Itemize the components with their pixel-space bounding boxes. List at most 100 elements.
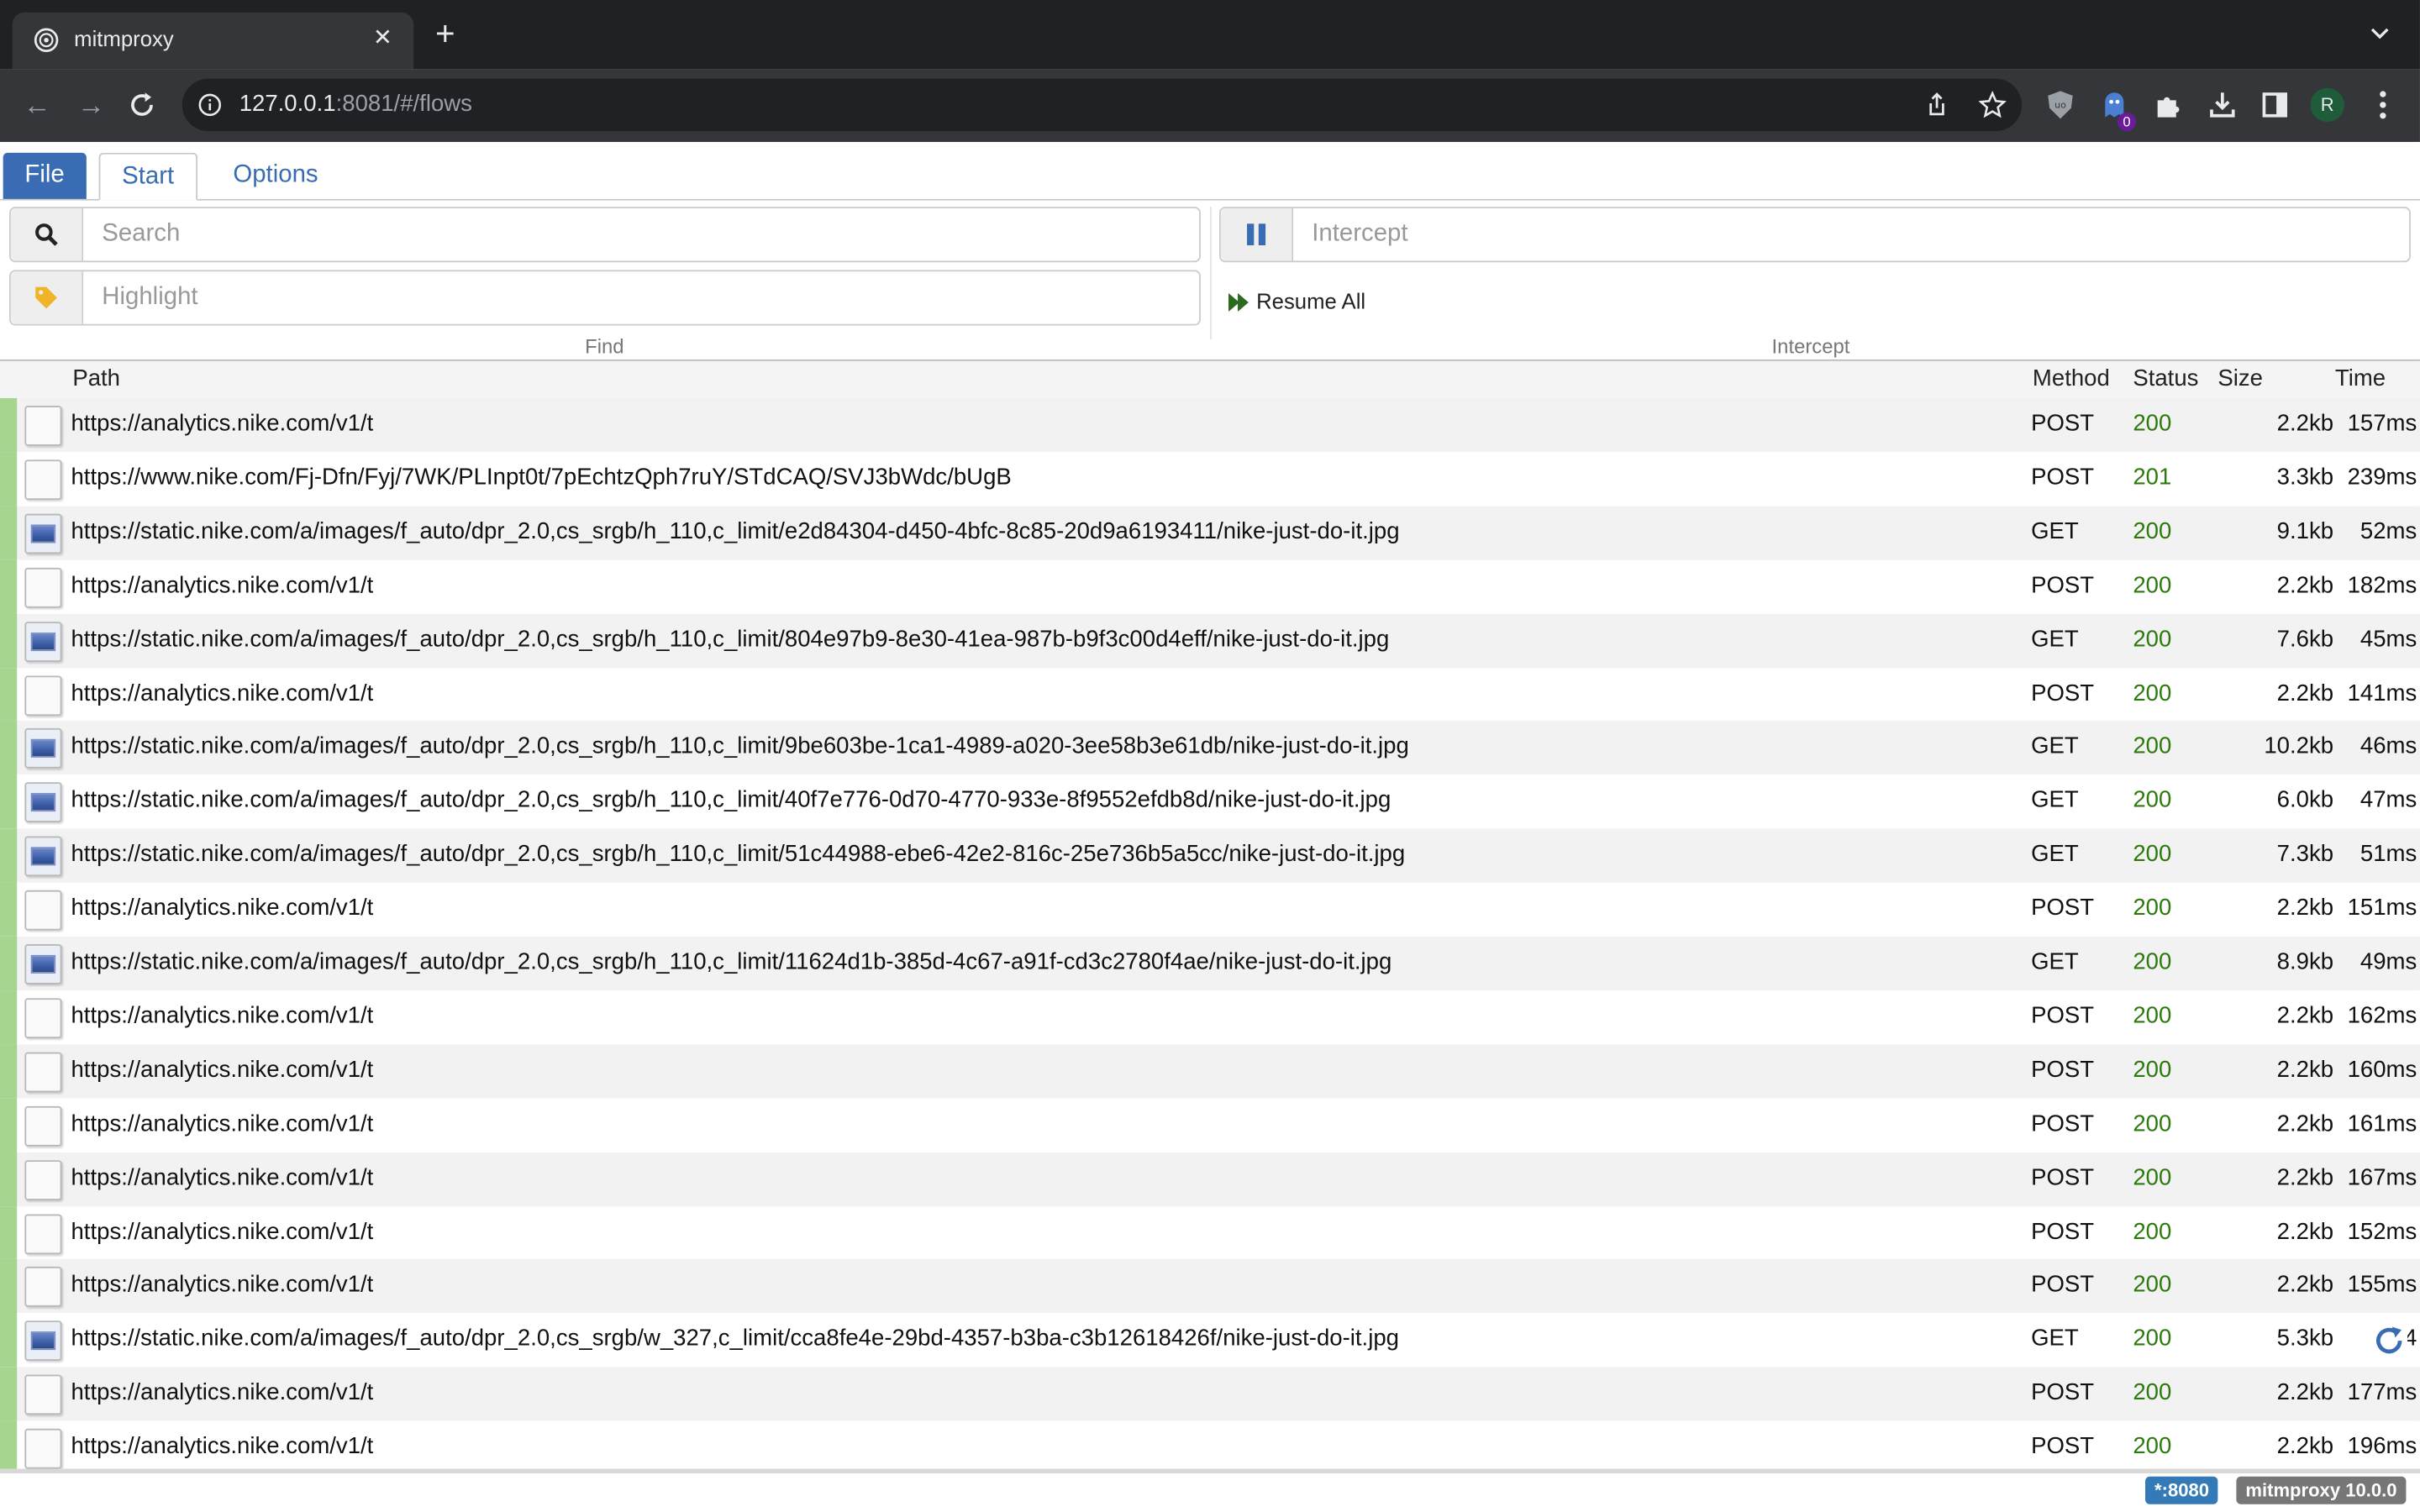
ublock-shield-icon[interactable]: uo xyxy=(2045,90,2076,121)
flow-status: 200 xyxy=(2133,733,2172,760)
flow-path: https://analytics.nike.com/v1/t xyxy=(71,895,374,921)
new-tab-icon[interactable]: + xyxy=(435,16,455,50)
flow-status: 200 xyxy=(2133,1002,2172,1029)
flow-row[interactable]: https://static.nike.com/a/images/f_auto/… xyxy=(0,721,2420,775)
document-file-icon xyxy=(24,1052,62,1093)
flow-row[interactable]: https://static.nike.com/a/images/f_auto/… xyxy=(0,613,2420,668)
reload-icon[interactable] xyxy=(125,88,159,122)
search-group xyxy=(9,207,1201,263)
browser-tab-strip: mitmproxy ✕ + xyxy=(0,0,2420,70)
url-host: 127.0.0.1 xyxy=(239,91,336,118)
flow-status: 200 xyxy=(2133,895,2172,921)
flow-status: 200 xyxy=(2133,680,2172,706)
extensions-puzzle-icon[interactable] xyxy=(2153,90,2184,121)
intercept-input[interactable] xyxy=(1292,207,2410,261)
kebab-menu-icon[interactable] xyxy=(2370,88,2395,122)
flow-method: GET xyxy=(2031,733,2079,760)
flow-row[interactable]: https://analytics.nike.com/v1/t POST 200 2.… xyxy=(0,559,2420,614)
tab-start[interactable]: Start xyxy=(98,152,197,201)
flow-method: POST xyxy=(2031,1163,2095,1191)
column-header-status[interactable]: Status xyxy=(2133,365,2198,391)
find-group-label: Find xyxy=(585,334,624,359)
flow-time: 51ms xyxy=(2360,841,2417,868)
flow-row[interactable]: https://analytics.nike.com/v1/t POST 200 2.… xyxy=(0,1205,2420,1260)
flow-time: 45ms xyxy=(2360,625,2417,653)
flow-status: 200 xyxy=(2133,1110,2172,1137)
flow-row[interactable]: https://static.nike.com/a/images/f_auto/… xyxy=(0,828,2420,883)
flow-size: 9.1kb xyxy=(2276,517,2334,544)
site-info-icon[interactable] xyxy=(197,92,222,117)
flow-row[interactable]: https://analytics.nike.com/v1/t POST 200 2.… xyxy=(0,1044,2420,1099)
bookmark-star-icon[interactable] xyxy=(1978,91,2007,118)
column-header-method[interactable]: Method xyxy=(2033,365,2110,391)
flow-size: 2.2kb xyxy=(2276,571,2334,599)
resume-all-button[interactable]: Resume All xyxy=(1228,288,1365,313)
side-panel-icon[interactable] xyxy=(2260,90,2291,121)
table-bottom-border xyxy=(0,1468,2420,1474)
image-file-icon xyxy=(24,621,62,662)
flow-status: 201 xyxy=(2133,464,2172,491)
chevron-down-icon[interactable] xyxy=(2367,22,2391,46)
flow-row[interactable]: https://analytics.nike.com/v1/t POST 200 2.… xyxy=(0,1259,2420,1314)
flow-time: 47ms xyxy=(2360,787,2417,814)
flow-size: 8.9kb xyxy=(2276,948,2334,975)
flow-status: 200 xyxy=(2133,1272,2172,1299)
document-file-icon xyxy=(24,998,62,1038)
column-header-size[interactable]: Size xyxy=(2217,365,2263,391)
flow-path: https://analytics.nike.com/v1/t xyxy=(71,1218,374,1245)
flow-row[interactable]: https://analytics.nike.com/v1/t POST 200 2.… xyxy=(0,1420,2420,1469)
flow-time: 46ms xyxy=(2360,733,2417,760)
highlight-input[interactable] xyxy=(82,271,1200,324)
flow-row[interactable]: https://analytics.nike.com/v1/t POST 200 2.… xyxy=(0,1098,2420,1152)
search-input[interactable] xyxy=(82,207,1200,261)
flow-state-bar xyxy=(0,882,18,937)
flow-row[interactable]: https://static.nike.com/a/images/f_auto/… xyxy=(0,506,2420,560)
flow-row[interactable]: https://analytics.nike.com/v1/t POST 200 2.… xyxy=(0,1152,2420,1206)
flow-row[interactable]: https://analytics.nike.com/v1/t POST 200 2.… xyxy=(0,1367,2420,1421)
flow-row[interactable]: https://analytics.nike.com/v1/t POST 200 2.… xyxy=(0,667,2420,722)
extension-badge: 0 xyxy=(2117,113,2136,132)
flow-row[interactable]: https://www.nike.com/Fj-Dfn/Fyj/7WK/PLIn… xyxy=(0,451,2420,507)
flow-row[interactable]: https://analytics.nike.com/v1/t POST 200 2.… xyxy=(0,990,2420,1045)
tag-icon xyxy=(35,286,57,309)
flow-state-bar xyxy=(0,667,18,722)
tab-options[interactable]: Options xyxy=(212,153,340,199)
flow-row[interactable]: https://analytics.nike.com/v1/t POST 200 2.… xyxy=(0,397,2420,453)
download-icon[interactable] xyxy=(2207,90,2238,121)
tab-close-icon[interactable]: ✕ xyxy=(367,24,398,50)
document-file-icon xyxy=(24,1159,62,1200)
browser-tab[interactable]: mitmproxy ✕ xyxy=(12,12,414,70)
flow-status: 200 xyxy=(2133,571,2172,599)
flow-row[interactable]: https://static.nike.com/a/images/f_auto/… xyxy=(0,774,2420,829)
flow-status: 200 xyxy=(2133,1056,2172,1083)
share-icon[interactable] xyxy=(1923,91,1951,118)
flow-method: POST xyxy=(2031,1218,2095,1245)
address-bar[interactable]: 127.0.0.1:8081/#/flows xyxy=(182,78,2023,132)
flow-status: 200 xyxy=(2133,1379,2172,1406)
flow-state-bar xyxy=(0,559,18,614)
flow-row[interactable]: https://analytics.nike.com/v1/t POST 200 2.… xyxy=(0,882,2420,937)
flow-method: POST xyxy=(2031,1110,2095,1137)
flow-method: POST xyxy=(2031,410,2095,437)
flow-size: 7.6kb xyxy=(2276,625,2334,653)
flow-path: https://static.nike.com/a/images/f_auto/… xyxy=(71,948,1392,975)
flow-row[interactable]: https://static.nike.com/a/images/f_auto/… xyxy=(0,936,2420,991)
group-divider xyxy=(1209,207,1212,340)
flow-status: 200 xyxy=(2133,517,2172,544)
start-menu-panel: Find Resume All Intercept xyxy=(0,200,2420,361)
flow-row[interactable]: https://static.nike.com/a/images/f_auto/… xyxy=(0,1313,2420,1368)
column-header-path[interactable]: Path xyxy=(72,365,120,391)
flow-state-bar xyxy=(0,1313,18,1368)
flow-method: POST xyxy=(2031,1433,2095,1460)
flow-path: https://static.nike.com/a/images/f_auto/… xyxy=(71,841,1406,868)
flow-method: GET xyxy=(2031,1326,2079,1352)
flow-path: https://analytics.nike.com/v1/t xyxy=(71,1272,374,1299)
profile-avatar[interactable]: R xyxy=(2310,87,2344,123)
back-icon[interactable]: ← xyxy=(17,85,57,125)
document-file-icon xyxy=(24,890,62,931)
forward-icon[interactable]: → xyxy=(71,85,111,125)
svg-text:uo: uo xyxy=(2054,100,2066,111)
column-header-time[interactable]: Time xyxy=(2335,365,2386,391)
tab-file[interactable]: File xyxy=(3,152,87,199)
flow-path: https://static.nike.com/a/images/f_auto/… xyxy=(71,733,1409,760)
